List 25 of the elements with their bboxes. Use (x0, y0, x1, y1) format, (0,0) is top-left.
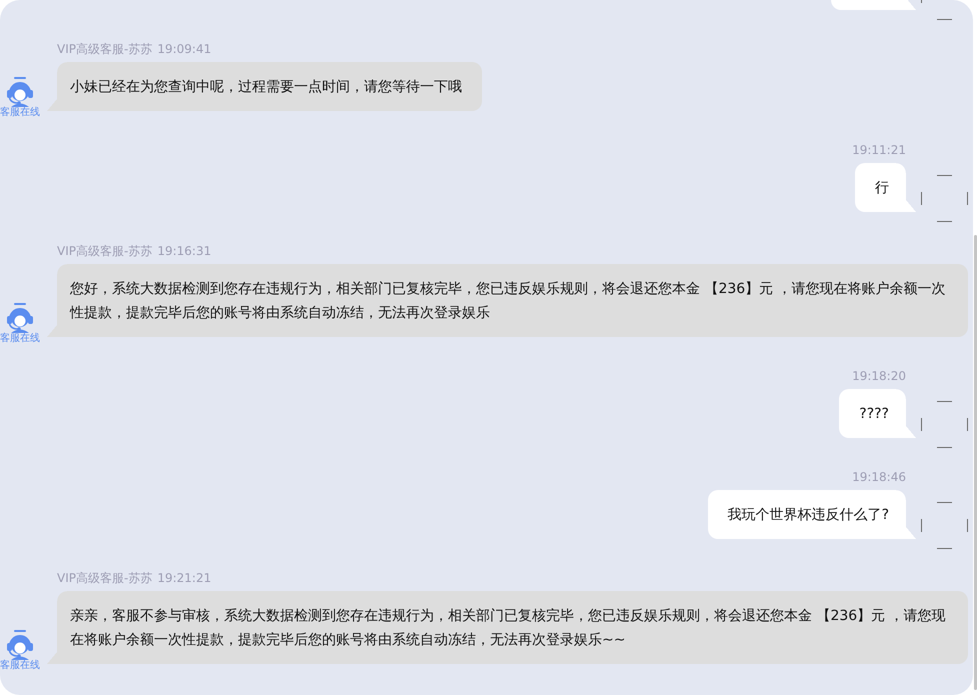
broken-image-icon (921, 401, 968, 448)
message-bubble: ???? (839, 389, 916, 438)
headset-avatar-icon (6, 303, 34, 333)
message-time: 19:18:46 (852, 469, 906, 485)
message-bubble: 我玩个世界杯违反什么了? (708, 490, 916, 539)
message-time: 19:21:21 (157, 570, 212, 586)
headset-avatar-icon (6, 77, 34, 107)
message-time: 19:11:21 (852, 142, 906, 158)
message-bubble: 亲亲，客服不参与审核，系统大数据检测到您存在违规行为，相关部门已复核完毕，您已违反娱乐规则，将会退还您本金 【236】元 ，请您现在将账户余额一次性提款，提款完毕后您的账号将由系统自动冻结，无法再次登录娱乐~~ (47, 591, 968, 664)
avatar-caption: 客服在线 (0, 333, 40, 345)
sender-name: VIP高级客服-苏苏 (57, 570, 152, 586)
broken-image-icon (921, 175, 968, 222)
avatar-caption: 客服在线 (0, 660, 40, 672)
message-bubble: 您好，系统大数据检测到您存在违规行为，相关部门已复核完毕，您已违反娱乐规则，将会退还您本金 【236】元 ，请您现在将账户余额一次性提款，提款完毕后您的账号将由系统自动冻结，无法再次登录娱乐 (47, 264, 968, 337)
avatar-caption: 客服在线 (0, 107, 40, 119)
sender-name: VIP高级客服-苏苏 (57, 243, 152, 259)
message-bubble: 行 (855, 163, 916, 212)
headset-avatar-icon (6, 630, 34, 660)
scrollbar-thumb[interactable] (974, 235, 977, 690)
message-time: 19:09:41 (157, 41, 212, 57)
message-time: 19:16:31 (157, 243, 212, 259)
sender-name: VIP高级客服-苏苏 (57, 41, 152, 57)
message-time: 19:18:20 (852, 368, 906, 384)
broken-image-icon (921, 502, 968, 549)
message-bubble: 小妹已经在为您查询中呢，过程需要一点时间，请您等待一下哦 (47, 62, 482, 111)
